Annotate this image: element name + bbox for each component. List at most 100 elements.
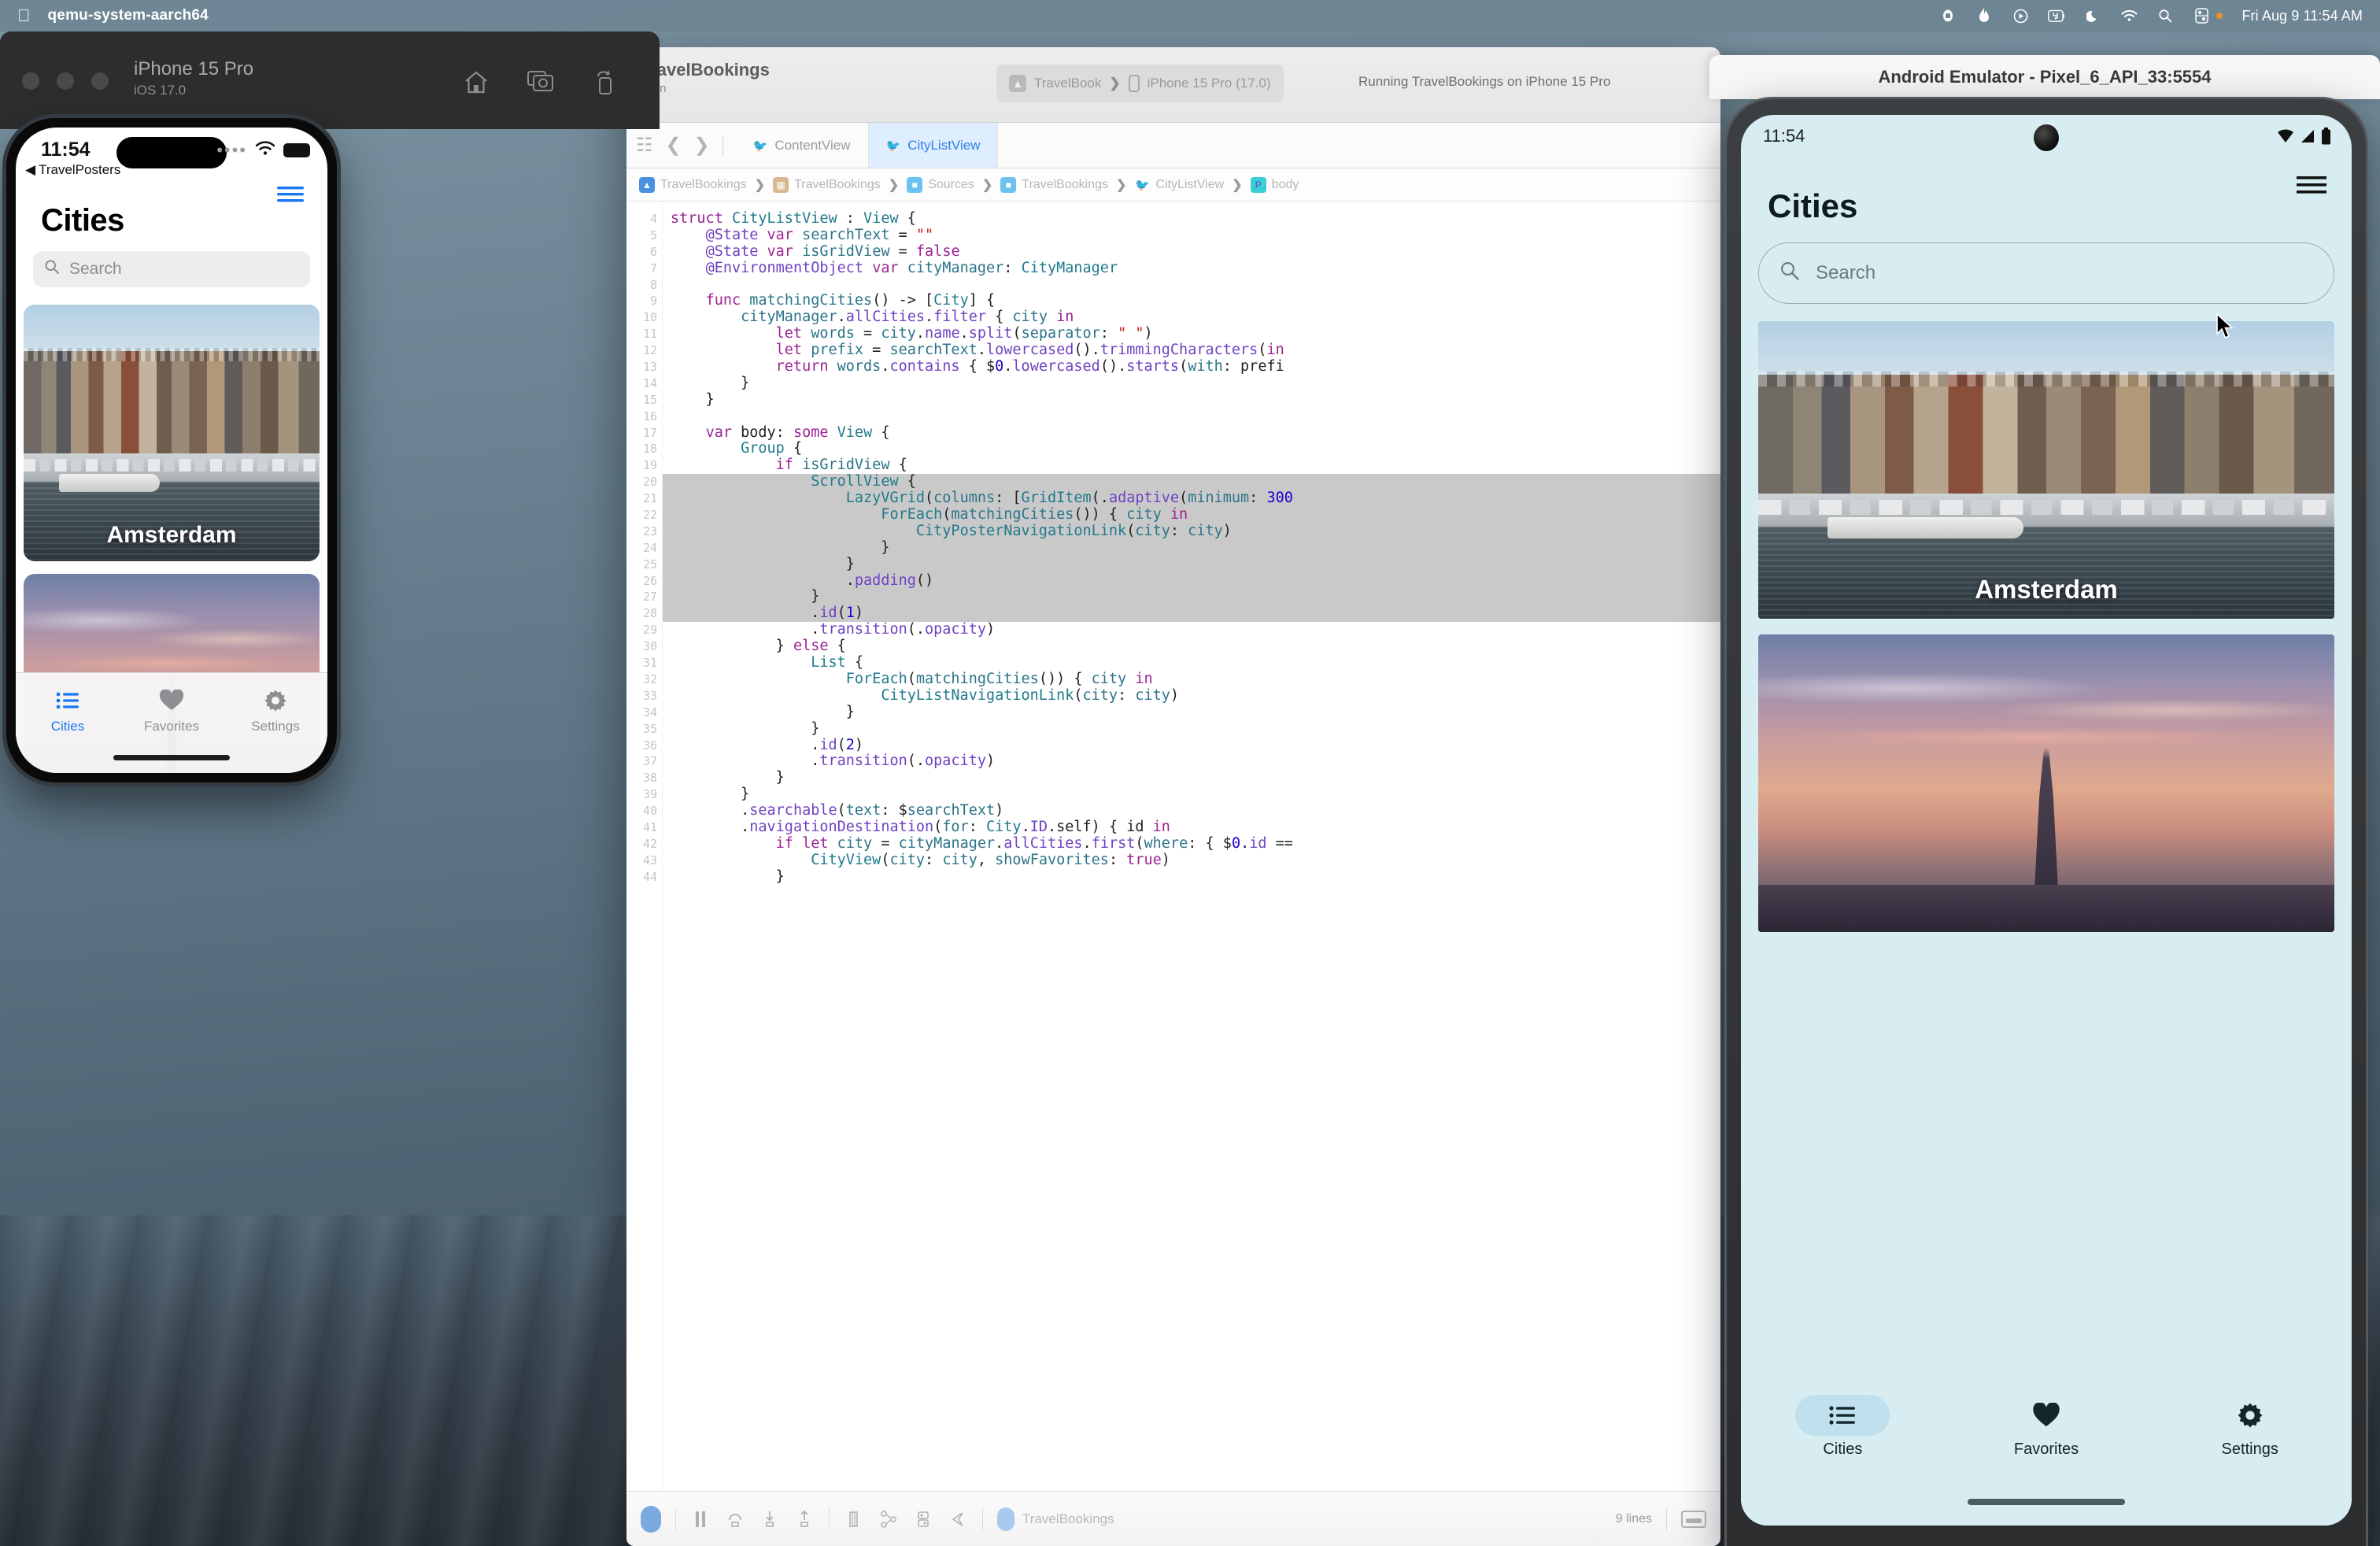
iphone-simulator[interactable]: 11:54 ◀ TravelPosters •••• Cities Search	[6, 118, 337, 782]
code-editor[interactable]: 4567891011121314151617181920212223242526…	[626, 202, 1720, 1491]
code-line[interactable]: CityPosterNavigationLink(city: city)	[663, 523, 1720, 540]
code-line[interactable]: @EnvironmentObject var cityManager: City…	[663, 261, 1720, 277]
menubar-app-name[interactable]: qemu-system-aarch64	[48, 7, 209, 24]
breadcrumb-item-4[interactable]: CityListView	[1155, 178, 1224, 192]
flow-icon[interactable]	[878, 1509, 899, 1529]
list-item[interactable]	[1758, 634, 2334, 932]
code-line[interactable]: ForEach(matchingCities()) { city in	[663, 671, 1720, 688]
tab-citylistview[interactable]: 🐦 CityListView	[869, 123, 999, 168]
code-line[interactable]: ForEach(matchingCities()) { city in	[663, 507, 1720, 523]
breadcrumb-item-3[interactable]: TravelBookings	[1022, 178, 1108, 192]
android-tab-cities[interactable]: Cities	[1741, 1396, 1945, 1459]
debug-process[interactable]: TravelBookings	[997, 1507, 1114, 1531]
window-traffic-lights[interactable]	[22, 72, 109, 90]
code-line[interactable]: }	[663, 869, 1720, 886]
code-line[interactable]: }	[663, 721, 1720, 738]
variables-icon[interactable]	[913, 1509, 933, 1529]
minimap-toggle-icon[interactable]	[1681, 1511, 1706, 1528]
code-line[interactable]	[663, 409, 1720, 425]
hamburger-icon[interactable]	[2297, 175, 2326, 199]
code-line[interactable]: ScrollView {	[663, 474, 1720, 490]
scheme-selector[interactable]: ▲ TravelBook ❯ iPhone 15 Pro (17.0)	[996, 65, 1284, 102]
android-bottom-nav[interactable]: Cities Favorites Settings	[1741, 1378, 2352, 1526]
code-line[interactable]: if let city = cityManager.allCities.firs…	[663, 836, 1720, 853]
search-icon[interactable]	[2156, 7, 2174, 24]
screenshot-icon[interactable]	[527, 69, 554, 96]
control-center-icon[interactable]	[2193, 7, 2210, 24]
code-line[interactable]: }	[663, 589, 1720, 605]
code-line[interactable]: .padding()	[663, 573, 1720, 590]
android-tab-settings[interactable]: Settings	[2148, 1396, 2352, 1459]
code-line[interactable]: if isGridView {	[663, 457, 1720, 474]
code-line[interactable]: .id(1)	[663, 605, 1720, 622]
code-line[interactable]: }	[663, 392, 1720, 409]
code-line[interactable]: func matchingCities() -> [City] {	[663, 293, 1720, 309]
code-line[interactable]: LazyVGrid(columns: [GridItem(.adaptive(m…	[663, 490, 1720, 507]
code-line[interactable]: CityListNavigationLink(city: city)	[663, 688, 1720, 705]
step-out-icon[interactable]	[794, 1509, 815, 1529]
code-line[interactable]	[663, 277, 1720, 294]
code-line[interactable]: @State var isGridView = false	[663, 244, 1720, 261]
code-line[interactable]: .searchable(text: $searchText)	[663, 803, 1720, 819]
ios-tab-cities[interactable]: Cities	[16, 687, 120, 734]
scheme-name[interactable]: TravelBook	[1034, 76, 1101, 91]
code-line[interactable]: var body: some View {	[663, 425, 1720, 442]
code-line[interactable]: struct CityListView : View {	[663, 211, 1720, 227]
breadcrumb-item-5[interactable]: body	[1272, 178, 1299, 192]
code-line[interactable]: }	[663, 705, 1720, 721]
android-screen[interactable]: 11:54 Cities Search	[1741, 115, 2352, 1526]
code-line[interactable]: .navigationDestination(for: City.ID.self…	[663, 819, 1720, 836]
code-line[interactable]: }	[663, 540, 1720, 557]
code-line[interactable]: }	[663, 557, 1720, 573]
hamburger-icon[interactable]	[277, 186, 304, 207]
code-line[interactable]: .id(2)	[663, 738, 1720, 754]
close-icon[interactable]	[22, 72, 39, 90]
ios-tab-bar[interactable]: Cities Favorites Settings	[16, 672, 327, 773]
android-search-field[interactable]: Search	[1758, 242, 2334, 304]
code-scroll-area[interactable]: struct CityListView : View { @State var …	[663, 202, 1720, 1491]
code-line[interactable]: Group {	[663, 441, 1720, 457]
ios-back-button[interactable]: ◀ TravelPosters	[25, 162, 120, 178]
code-line[interactable]: .transition(.opacity)	[663, 622, 1720, 638]
code-line[interactable]: cityManager.allCities.filter { city in	[663, 309, 1720, 326]
flame-icon[interactable]	[1975, 7, 1993, 24]
play-circle-icon[interactable]	[2012, 7, 2029, 24]
assistant-editor-icon[interactable]: ☷	[636, 134, 653, 157]
tab-contentview[interactable]: 🐦 ContentView	[736, 123, 869, 168]
ios-tab-favorites[interactable]: Favorites	[120, 687, 224, 734]
android-city-list[interactable]: Amsterdam	[1741, 321, 2352, 932]
code-line[interactable]: }	[663, 770, 1720, 786]
maximize-icon[interactable]	[91, 72, 109, 90]
code-line[interactable]: return words.contains { $0.lowercased().…	[663, 359, 1720, 375]
menubar-clock[interactable]: Fri Aug 9 11:54 AM	[2241, 8, 2363, 24]
rotate-icon[interactable]	[592, 69, 615, 96]
breadcrumb-item-0[interactable]: TravelBookings	[660, 178, 747, 192]
code-line[interactable]: .transition(.opacity)	[663, 753, 1720, 770]
android-tab-favorites[interactable]: Favorites	[1945, 1396, 2149, 1459]
home-icon[interactable]	[463, 69, 490, 96]
back-chevron-icon[interactable]: ❮	[666, 134, 682, 157]
code-line[interactable]: }	[663, 786, 1720, 803]
ios-search-field[interactable]: Search	[33, 251, 310, 287]
record-icon[interactable]	[1939, 7, 1957, 24]
continue-icon[interactable]	[641, 1506, 661, 1533]
moon-icon[interactable]	[2084, 7, 2101, 24]
ios-tab-settings[interactable]: Settings	[224, 687, 327, 734]
minimize-icon[interactable]	[57, 72, 74, 90]
code-line[interactable]: List {	[663, 655, 1720, 671]
code-line[interactable]: @State var searchText = ""	[663, 227, 1720, 244]
code-line[interactable]: CityView(city: city, showFavorites: true…	[663, 853, 1720, 869]
source-code[interactable]: struct CityListView : View { @State var …	[663, 211, 1720, 886]
list-item[interactable]: Amsterdam	[1758, 321, 2334, 619]
destination-name[interactable]: iPhone 15 Pro (17.0)	[1148, 76, 1271, 91]
apple-logo-icon[interactable]: 	[17, 7, 31, 24]
step-over-icon[interactable]	[725, 1509, 745, 1529]
pause-icon[interactable]	[690, 1509, 711, 1529]
code-line[interactable]: }	[663, 375, 1720, 392]
code-line[interactable]: let prefix = searchText.lowercased().tri…	[663, 342, 1720, 359]
wifi-icon[interactable]	[2120, 7, 2138, 24]
forward-chevron-icon[interactable]: ❯	[694, 134, 710, 157]
iphone-screen[interactable]: 11:54 ◀ TravelPosters •••• Cities Search	[16, 128, 327, 773]
code-line[interactable]: let words = city.name.split(separator: "…	[663, 326, 1720, 342]
code-line[interactable]: } else {	[663, 638, 1720, 655]
